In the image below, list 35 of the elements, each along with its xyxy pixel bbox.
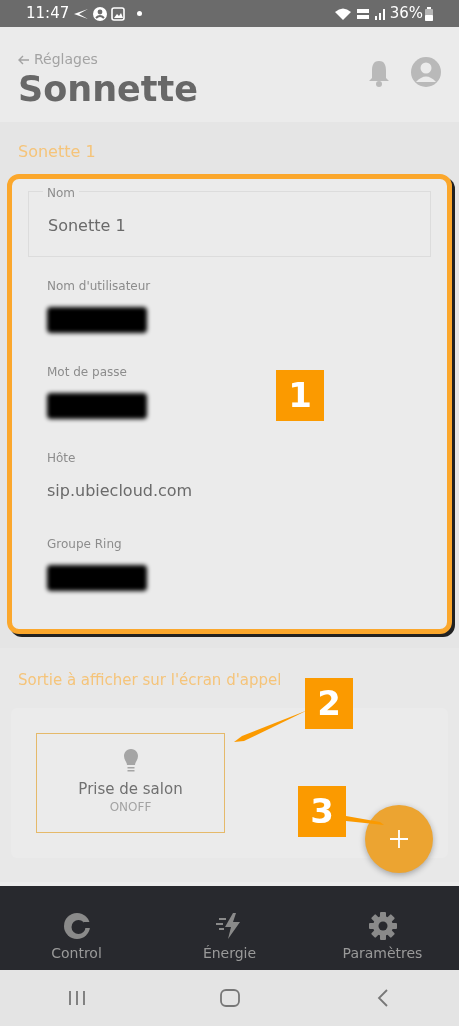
bell-icon[interactable] bbox=[367, 59, 391, 87]
account-icon bbox=[93, 6, 108, 21]
field-value: sip.ubiecloud.com bbox=[47, 480, 194, 502]
home-icon[interactable] bbox=[219, 989, 240, 1007]
callout-label: 1 bbox=[276, 370, 324, 421]
output-type: ONOFF bbox=[109, 799, 152, 816]
field-label: Hôte bbox=[47, 450, 77, 467]
refresh-icon bbox=[61, 911, 92, 941]
field-label: Mot de passe bbox=[47, 364, 128, 381]
nav-tab[interactable]: Control bbox=[0, 911, 153, 964]
profile-avatar[interactable] bbox=[411, 57, 441, 87]
status-time: 11:47 bbox=[26, 3, 70, 25]
output-name: Prise de salon bbox=[78, 780, 183, 798]
nav-tab[interactable]: Paramètres bbox=[306, 911, 459, 964]
section-title: Sortie à afficher sur l'écran d'appel bbox=[18, 670, 282, 690]
back-arrow-icon bbox=[18, 54, 30, 65]
output-tile[interactable]: Prise de salon ONOFF bbox=[36, 733, 225, 833]
plus-icon bbox=[389, 829, 409, 849]
callout-label: 2 bbox=[305, 678, 353, 729]
settings-icon bbox=[367, 911, 398, 941]
image-icon bbox=[111, 6, 126, 21]
signal-icon bbox=[373, 7, 386, 20]
field-label: Groupe Ring bbox=[47, 536, 123, 553]
wifi-icon bbox=[333, 6, 352, 21]
nav-tab[interactable]: Énergie bbox=[153, 911, 306, 964]
callout-label: 3 bbox=[298, 786, 346, 837]
page-title: Sonnette bbox=[18, 69, 200, 109]
back-icon[interactable] bbox=[376, 989, 389, 1007]
section-title: Sonette 1 bbox=[18, 142, 97, 162]
battery-percent: 36% bbox=[389, 3, 423, 25]
recent-apps-icon[interactable] bbox=[66, 990, 87, 1006]
dot-icon bbox=[137, 11, 143, 16]
lightbulb-icon bbox=[122, 748, 139, 774]
field-label: Nom d'utilisateur bbox=[47, 278, 152, 295]
battery-icon bbox=[425, 6, 433, 21]
